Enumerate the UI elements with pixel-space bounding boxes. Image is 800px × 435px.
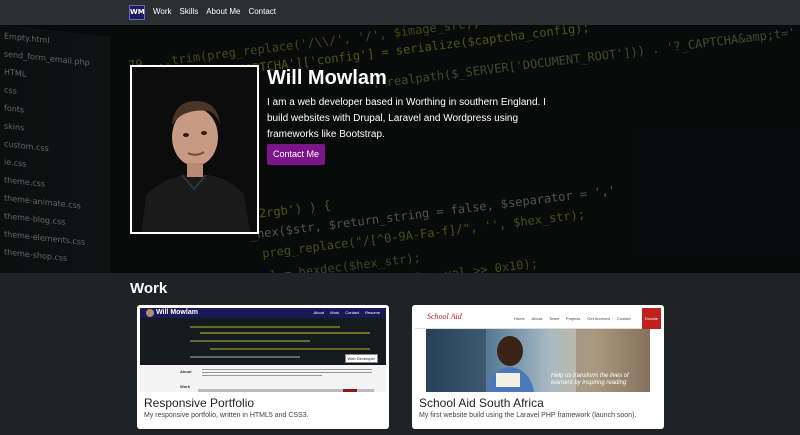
nav-link-contact[interactable]: Contact [248,7,276,16]
thumb-hero-image: Help us transform the lives of learners … [426,329,650,392]
card-thumbnail[interactable]: School Aid Home About Team Projects Get … [415,308,661,392]
nav-links: Work Skills About Me Contact [153,7,276,16]
thumb-nav-item: About [313,310,325,315]
nav-link-skills[interactable]: Skills [180,7,199,16]
work-card-portfolio[interactable]: Will Mowlam About Work Contact Resume We… [137,305,389,429]
thumb-progress-bar [198,389,374,392]
nav-link-work[interactable]: Work [153,7,172,16]
brand-logo[interactable]: WM [129,5,145,20]
work-card-school-aid[interactable]: School Aid Home About Team Projects Get … [412,305,664,429]
thumb-label: Work [180,384,190,389]
thumb-caption: Help us transform the lives of learners … [551,373,629,386]
thumb-nav-item: About [531,316,543,321]
profile-photo [130,65,259,234]
thumb-nav-item: Work [330,310,340,315]
thumb-nav-links: Home About Team Projects Get Involved Co… [514,316,631,321]
thumb-nav-item: Contact [616,316,631,321]
hero-title: Will Mowlam [267,67,387,89]
thumb-badge: Web Developer [344,354,378,363]
avatar [146,309,154,317]
card-title: Responsive Portfolio [144,396,255,410]
hero-section: Empty.html send_form_email.php HTML css … [0,25,800,273]
thumb-nav-links: About Work Contact Resume [314,310,380,315]
contact-me-button[interactable]: Contact Me [267,144,325,165]
thumb-donate-button: Donate [642,308,661,329]
thumb-nav-item: Team [549,316,559,321]
navbar: WM Work Skills About Me Contact [0,0,800,25]
portrait-illustration [132,67,257,232]
hero-overlay [0,25,800,273]
thumb-navbar: Will Mowlam About Work Contact Resume [140,308,386,318]
hero-description: I am a web developer based in Worthing i… [267,97,546,140]
card-description: My first website build using the Laravel… [419,412,637,419]
card-thumbnail[interactable]: Will Mowlam About Work Contact Resume We… [140,308,386,392]
thumb-nav-item: Projects [565,316,581,321]
thumb-body: About Work [140,365,386,392]
thumb-nav-item: Resume [365,310,380,315]
thumb-label: About [180,369,192,374]
thumb-site-name: Will Mowlam [156,309,198,316]
card-title: School Aid South Africa [419,396,544,410]
thumb-navbar: School Aid Home About Team Projects Get … [415,308,661,329]
thumb-nav-item: Get Involved [587,316,610,321]
thumb-nav-item: Home [514,316,525,321]
work-heading: Work [130,280,168,297]
thumb-logo: School Aid [427,312,462,321]
nav-link-about[interactable]: About Me [206,7,240,16]
thumb-nav-item: Contact [345,310,360,315]
card-description: My responsive portfolio, written in HTML… [144,412,309,419]
